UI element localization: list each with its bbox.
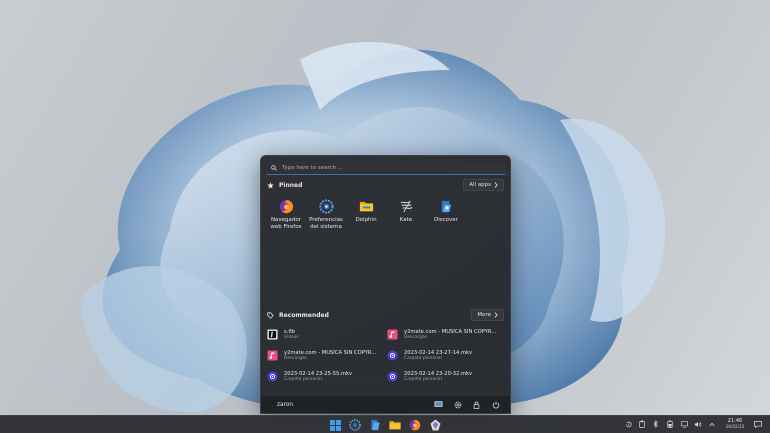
- power-icon[interactable]: [491, 400, 500, 409]
- clock-date: 16/02/23: [725, 424, 745, 429]
- history-icon[interactable]: [624, 419, 632, 429]
- pinned-app-label: Discover: [434, 217, 458, 223]
- chevron-right-icon: [494, 312, 498, 318]
- star-icon: [267, 182, 274, 189]
- pinned-app-kate[interactable]: Kate: [386, 199, 426, 231]
- settings-gear-icon[interactable]: [453, 400, 462, 409]
- search-input[interactable]: [282, 165, 502, 171]
- media-file-icon: [387, 350, 398, 361]
- recommended-title: Recommended: [279, 312, 329, 319]
- all-apps-button[interactable]: All apps: [463, 179, 504, 191]
- notifications-icon[interactable]: [754, 419, 762, 429]
- pinned-title: Pinned: [279, 182, 303, 189]
- recommended-list: s.flb Vídeos y2mate.com - MÚSICA SIN COPY…: [267, 327, 507, 384]
- recommended-item-location: Vídeos: [284, 335, 299, 340]
- bluetooth-icon[interactable]: [652, 419, 660, 429]
- media-file-icon: [267, 371, 278, 382]
- start-button-windows-icon[interactable]: [328, 418, 342, 432]
- lock-icon[interactable]: [472, 400, 481, 409]
- recommended-item[interactable]: s.flb Vídeos: [267, 327, 387, 342]
- pinned-app-firefox[interactable]: Navegador web Firefox: [266, 199, 306, 231]
- system-settings-icon: [318, 199, 334, 214]
- video-file-icon: [267, 329, 278, 340]
- recommended-item[interactable]: 2023-02-14 23-27-14.mkv Carpeta personal: [387, 348, 507, 363]
- pinned-apps: Navegador web Firefox Preferencias del s…: [266, 199, 466, 231]
- taskbar-app-icon[interactable]: [428, 418, 442, 432]
- pinned-app-discover[interactable]: Discover: [426, 199, 466, 231]
- firefox-icon: [279, 199, 293, 214]
- network-icon[interactable]: [680, 419, 688, 429]
- clipboard-icon[interactable]: [638, 419, 646, 429]
- search-icon: [271, 165, 277, 171]
- recommended-item[interactable]: 2023-02-14 23-25-55.mkv Carpeta personal: [267, 369, 387, 384]
- recommended-item-location: Descargas: [404, 335, 427, 340]
- music-file-icon: [267, 350, 278, 361]
- chevron-right-icon: [494, 182, 498, 188]
- clock[interactable]: 21:46 16/02/23: [722, 418, 748, 429]
- recommended-item-location: Carpeta personal: [404, 377, 442, 382]
- more-button[interactable]: More: [471, 309, 504, 321]
- kate-icon: [400, 200, 412, 213]
- pinned-app-dolphin[interactable]: Dolphin: [346, 199, 386, 231]
- pinned-app-label: Navegador web Firefox: [270, 217, 302, 230]
- recommended-item-location: Descargas: [284, 356, 307, 361]
- display-icon[interactable]: [434, 400, 443, 409]
- all-apps-label: All apps: [469, 182, 491, 188]
- recommended-header: Recommended: [267, 312, 329, 319]
- battery-icon[interactable]: [666, 419, 674, 429]
- recommended-item[interactable]: y2mate.com - MÚSICA SIN COPYR... Descarga…: [387, 327, 507, 342]
- discover-icon: [441, 200, 451, 213]
- folder-icon: [359, 201, 373, 212]
- pinned-header: Pinned: [267, 182, 302, 189]
- pinned-app-label: Dolphin: [355, 217, 377, 223]
- more-label: More: [477, 312, 491, 318]
- pinned-app-label: Kate: [399, 217, 413, 223]
- start-menu: Pinned All apps Navegador web Firefox Pr…: [260, 155, 511, 414]
- taskbar-discover-icon[interactable]: [368, 418, 382, 432]
- search-box[interactable]: [266, 162, 506, 175]
- taskbar: 21:46 16/02/23: [0, 415, 770, 433]
- pinned-app-system-settings[interactable]: Preferencias del sistema: [306, 199, 346, 231]
- user-name[interactable]: zaron: [277, 402, 293, 408]
- chevron-up-icon[interactable]: [708, 419, 716, 429]
- media-file-icon: [387, 371, 398, 382]
- recommended-item[interactable]: y2mate.com - MÚSICA SIN COPYR... Descarga…: [267, 348, 387, 363]
- pinned-app-label: Preferencias del sistema: [309, 217, 343, 230]
- recommended-item[interactable]: 2023-02-14 23-20-32.mkv Carpeta personal: [387, 369, 507, 384]
- recommended-item-location: Carpeta personal: [284, 377, 322, 382]
- recommended-item-location: Carpeta personal: [404, 356, 442, 361]
- start-menu-footer: zaron: [261, 395, 510, 413]
- tag-icon: [267, 312, 274, 319]
- taskbar-firefox-icon[interactable]: [408, 418, 422, 432]
- volume-icon[interactable]: [694, 419, 702, 429]
- taskbar-folder-icon[interactable]: [388, 418, 402, 432]
- taskbar-settings-icon[interactable]: [348, 418, 362, 432]
- music-file-icon: [387, 329, 398, 340]
